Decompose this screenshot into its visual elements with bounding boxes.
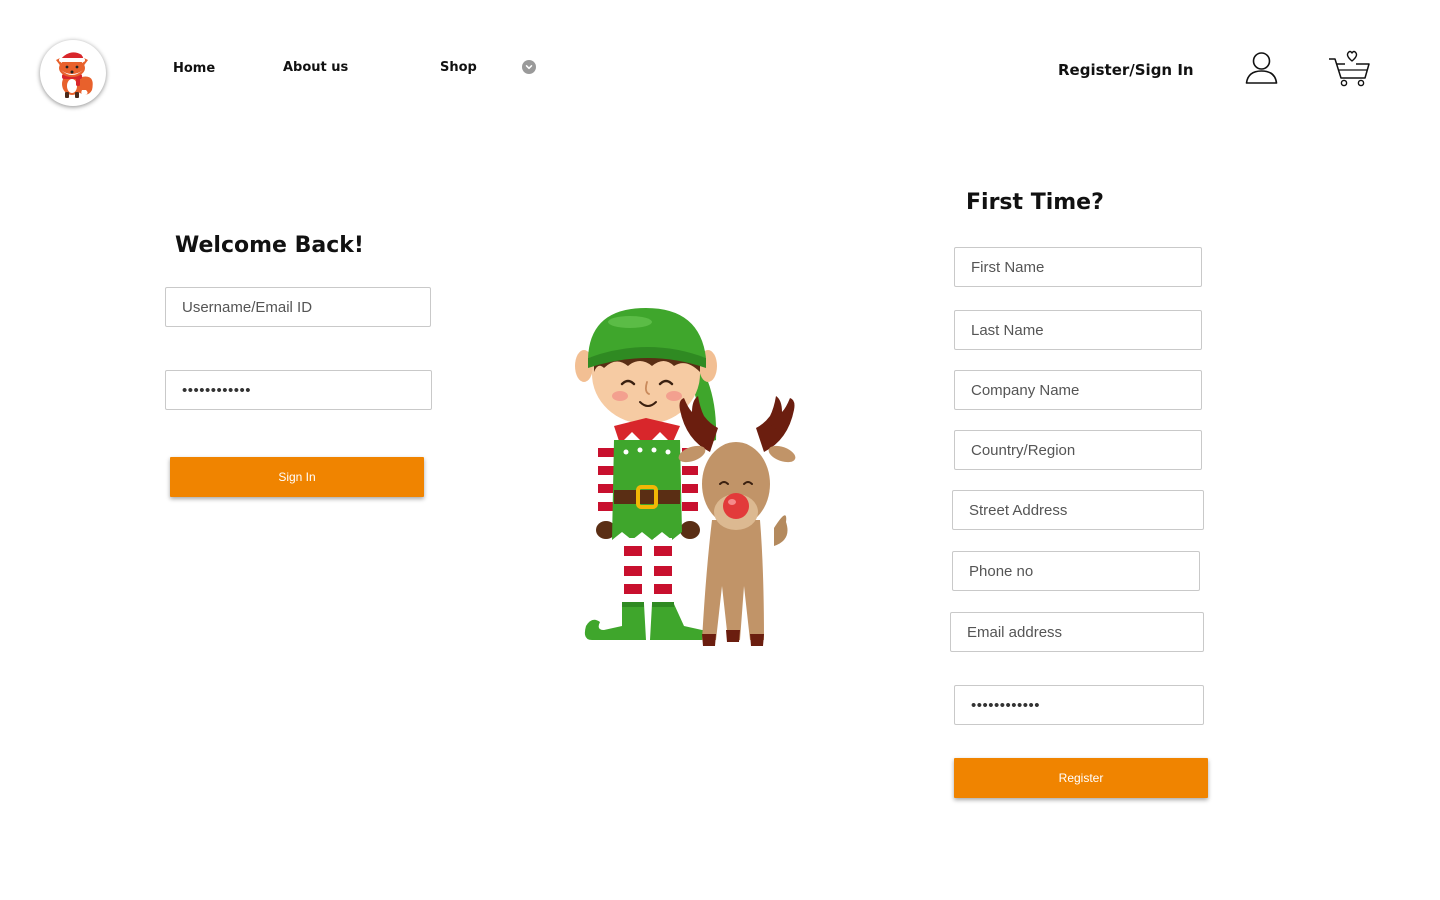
nav-shop[interactable]: Shop [440,60,477,75]
company-name-input[interactable] [954,370,1202,410]
fox-logo-icon [56,51,93,98]
sign-in-button[interactable]: Sign In [170,457,424,497]
logo[interactable] [40,40,106,106]
register-signin-link[interactable]: Register/Sign In [1058,61,1194,79]
first-name-input[interactable] [954,247,1202,287]
chevron-down-icon [525,65,533,70]
nav-home[interactable]: Home [173,61,215,76]
register-password-input[interactable] [954,685,1204,725]
account-button[interactable] [1244,50,1280,91]
cart-button[interactable] [1328,50,1372,93]
nav-about-us[interactable]: About us [283,60,348,75]
shop-dropdown-toggle[interactable] [522,60,536,74]
street-address-input[interactable] [952,490,1204,530]
register-button[interactable]: Register [954,758,1208,798]
elf-reindeer-illustration [568,300,808,655]
username-email-input[interactable] [165,287,431,327]
last-name-input[interactable] [954,310,1202,350]
phone-input[interactable] [952,551,1200,591]
country-region-input[interactable] [954,430,1202,470]
login-password-input[interactable] [165,370,432,410]
login-title: Welcome Back! [175,233,364,258]
user-icon [1245,52,1278,84]
cart-heart-icon [1329,50,1370,87]
email-address-input[interactable] [950,612,1204,652]
register-title: First Time? [966,190,1104,215]
